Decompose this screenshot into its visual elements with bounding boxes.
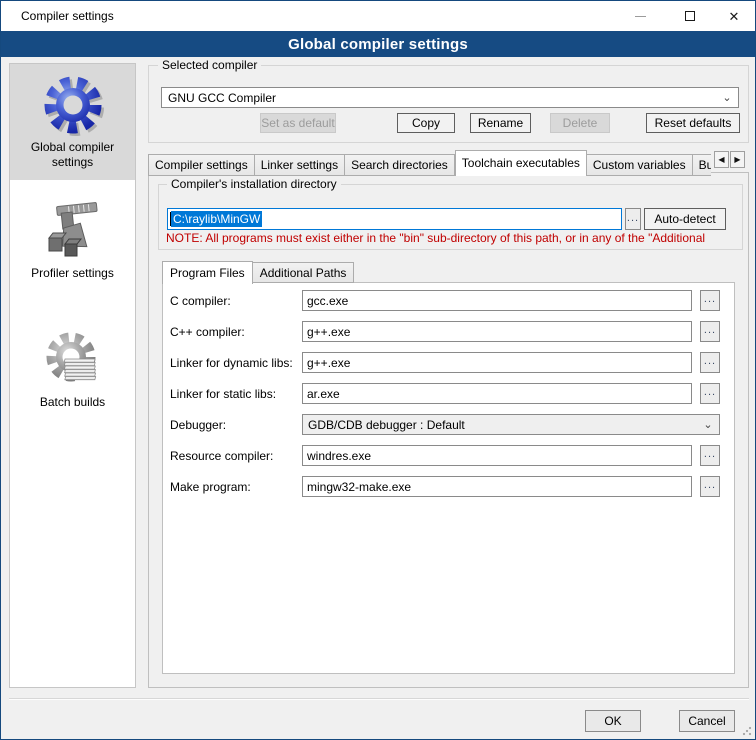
tab-custom-variables[interactable]: Custom variables bbox=[587, 154, 693, 176]
close-icon: ✕ bbox=[729, 10, 740, 23]
cpp-compiler-input[interactable] bbox=[302, 321, 692, 342]
tab-search-directories[interactable]: Search directories bbox=[345, 154, 455, 176]
browse-directory-button[interactable]: ... bbox=[625, 208, 641, 230]
settings-tab-strip: Compiler settings Linker settings Search… bbox=[148, 149, 749, 173]
browse-button[interactable]: ... bbox=[700, 383, 720, 404]
tab-build-options[interactable]: Builc bbox=[693, 154, 711, 176]
group-label: Selected compiler bbox=[158, 58, 261, 72]
minimize-icon bbox=[635, 16, 646, 17]
tab-additional-paths[interactable]: Additional Paths bbox=[253, 262, 355, 283]
compiler-select[interactable]: GNU GCC Compiler ⌄ bbox=[161, 87, 739, 108]
reset-defaults-button[interactable]: Reset defaults bbox=[646, 113, 740, 133]
resize-grip[interactable] bbox=[742, 726, 752, 736]
chevron-down-icon: ⌄ bbox=[716, 91, 738, 104]
copy-button[interactable]: Copy bbox=[397, 113, 455, 133]
toolchain-executables-panel: Compiler's installation directory C:\ray… bbox=[148, 172, 749, 688]
field-label: Linker for dynamic libs: bbox=[170, 356, 302, 370]
tab-scroll-right-button[interactable]: ▶ bbox=[730, 151, 745, 168]
compiler-settings-dialog: Compiler settings ✕ Global compiler sett… bbox=[0, 0, 756, 740]
debugger-select-value: GDB/CDB debugger : Default bbox=[303, 418, 697, 432]
sidebar-item-profiler-settings[interactable]: Profiler settings bbox=[10, 190, 135, 291]
debugger-select[interactable]: GDB/CDB debugger : Default ⌄ bbox=[302, 414, 720, 435]
sidebar-item-label: Batch builds bbox=[14, 395, 131, 410]
footer-divider bbox=[9, 698, 749, 700]
window-title: Compiler settings bbox=[21, 9, 114, 23]
field-row-c-compiler: C compiler: ... bbox=[170, 290, 720, 311]
field-row-debugger: Debugger: GDB/CDB debugger : Default ⌄ bbox=[170, 414, 720, 435]
field-row-resource-compiler: Resource compiler: ... bbox=[170, 445, 720, 466]
installation-directory-group: Compiler's installation directory C:\ray… bbox=[158, 184, 743, 250]
chevron-down-icon: ⌄ bbox=[697, 418, 719, 431]
sidebar-item-label: Global compiler settings bbox=[14, 140, 131, 170]
field-label: C compiler: bbox=[170, 294, 302, 308]
sidebar-item-label: Profiler settings bbox=[14, 266, 131, 281]
left-arrow-icon: ◀ bbox=[718, 155, 724, 164]
tab-scroll-left-button[interactable]: ◀ bbox=[714, 151, 729, 168]
auto-detect-button[interactable]: Auto-detect bbox=[644, 208, 726, 230]
close-button[interactable]: ✕ bbox=[717, 1, 751, 31]
tab-toolchain-executables[interactable]: Toolchain executables bbox=[455, 150, 587, 176]
field-label: C++ compiler: bbox=[170, 325, 302, 339]
right-arrow-icon: ▶ bbox=[734, 155, 740, 164]
caliper-icon bbox=[41, 198, 105, 262]
tab-compiler-settings[interactable]: Compiler settings bbox=[148, 154, 255, 176]
field-row-cpp-compiler: C++ compiler: ... bbox=[170, 321, 720, 342]
page-title: Global compiler settings bbox=[288, 36, 468, 53]
program-files-panel: C compiler: ... C++ compiler: ... Linker… bbox=[162, 282, 735, 674]
browse-button[interactable]: ... bbox=[700, 445, 720, 466]
tab-program-files[interactable]: Program Files bbox=[162, 261, 253, 284]
browse-button[interactable]: ... bbox=[700, 290, 720, 311]
rename-button[interactable]: Rename bbox=[470, 113, 531, 133]
delete-button[interactable]: Delete bbox=[550, 113, 610, 133]
tab-list: Compiler settings Linker settings Search… bbox=[148, 149, 711, 176]
set-as-default-button[interactable]: Set as default bbox=[260, 113, 336, 133]
c-compiler-input[interactable] bbox=[302, 290, 692, 311]
installation-directory-input[interactable]: C:\raylib\MinGW bbox=[167, 208, 622, 230]
tab-scroll-buttons: ◀ ▶ bbox=[713, 151, 745, 168]
field-row-static-linker: Linker for static libs: ... bbox=[170, 383, 720, 404]
browse-button[interactable]: ... bbox=[700, 352, 720, 373]
ok-button[interactable]: OK bbox=[585, 710, 641, 732]
minimize-button[interactable] bbox=[623, 1, 657, 31]
make-program-input[interactable] bbox=[302, 476, 692, 497]
selected-path-text: C:\raylib\MinGW bbox=[171, 211, 262, 227]
field-row-dynamic-linker: Linker for dynamic libs: ... bbox=[170, 352, 720, 373]
dynamic-linker-input[interactable] bbox=[302, 352, 692, 373]
field-label: Linker for static libs: bbox=[170, 387, 302, 401]
maximize-icon bbox=[685, 11, 695, 21]
static-linker-input[interactable] bbox=[302, 383, 692, 404]
sidebar-item-batch-builds[interactable]: Batch builds bbox=[10, 319, 135, 420]
note-text: NOTE: All programs must exist either in … bbox=[166, 231, 738, 245]
group-label: Compiler's installation directory bbox=[167, 177, 341, 191]
program-files-tab-strip: Program Files Additional Paths bbox=[162, 260, 354, 283]
maximize-button[interactable] bbox=[673, 1, 707, 31]
field-label: Debugger: bbox=[170, 418, 302, 432]
gear-stack-icon bbox=[41, 327, 105, 391]
tab-linker-settings[interactable]: Linker settings bbox=[255, 154, 345, 176]
resource-compiler-input[interactable] bbox=[302, 445, 692, 466]
cancel-button[interactable]: Cancel bbox=[679, 710, 735, 732]
settings-sidebar: Global compiler settings bbox=[9, 63, 136, 688]
browse-button[interactable]: ... bbox=[700, 476, 720, 497]
sidebar-item-global-compiler-settings[interactable]: Global compiler settings bbox=[10, 64, 135, 180]
compiler-select-value: GNU GCC Compiler bbox=[162, 91, 716, 105]
gear-icon bbox=[41, 72, 105, 136]
field-label: Make program: bbox=[170, 480, 302, 494]
field-row-make-program: Make program: ... bbox=[170, 476, 720, 497]
dialog-banner: Global compiler settings bbox=[1, 31, 755, 57]
browse-button[interactable]: ... bbox=[700, 321, 720, 342]
title-bar[interactable]: Compiler settings ✕ bbox=[1, 1, 755, 31]
selected-compiler-group: Selected compiler GNU GCC Compiler ⌄ Set… bbox=[148, 65, 749, 143]
field-label: Resource compiler: bbox=[170, 449, 302, 463]
